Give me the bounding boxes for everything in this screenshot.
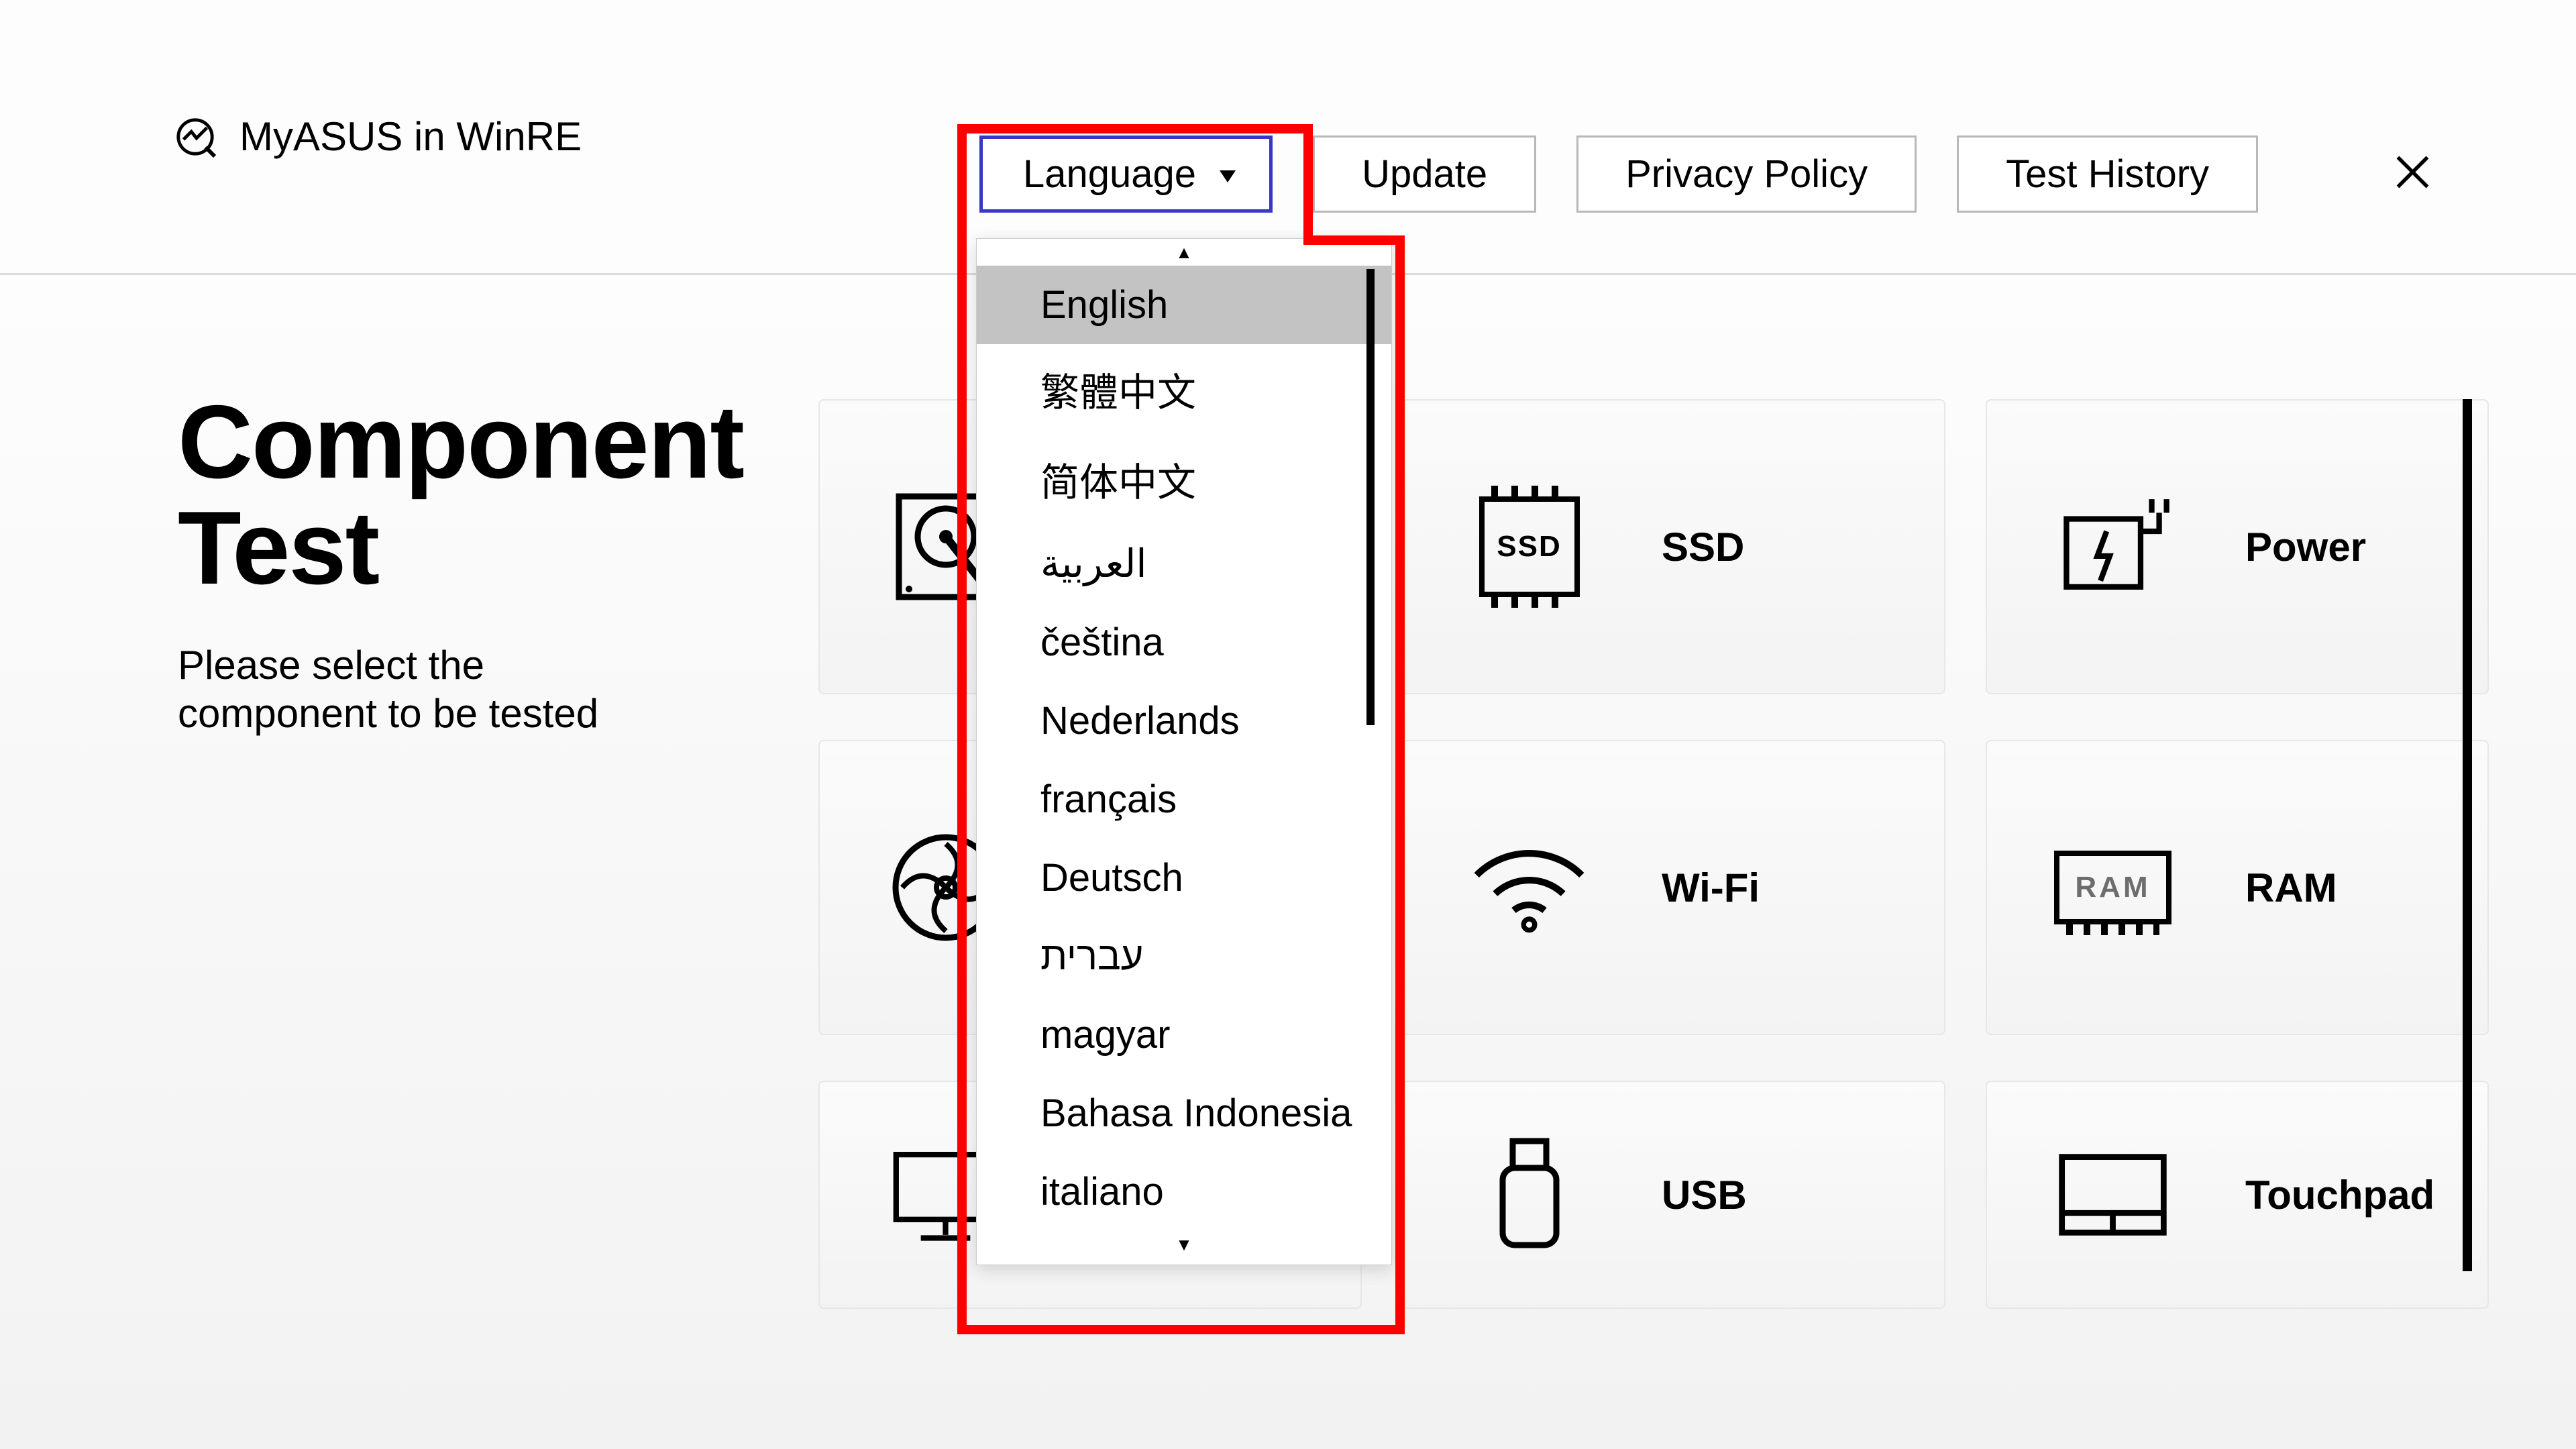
language-option[interactable]: 简体中文 — [977, 434, 1391, 524]
ram-chip-text: RAM — [2054, 851, 2171, 924]
content-scrollbar[interactable] — [2463, 399, 2472, 1271]
component-card-power[interactable]: Power — [1986, 399, 2489, 694]
component-label: RAM — [2245, 865, 2337, 911]
touchpad-icon — [2054, 1138, 2171, 1252]
page-subtitle: Please select the component to be tested — [178, 641, 688, 738]
test-history-button[interactable]: Test History — [1957, 136, 2258, 213]
usb-icon — [1470, 1138, 1588, 1252]
language-option[interactable]: Deutsch — [977, 839, 1391, 917]
component-card-usb[interactable]: USB — [1402, 1081, 1945, 1309]
language-option[interactable]: English — [977, 266, 1391, 344]
language-option[interactable]: العربية — [977, 524, 1391, 603]
app-logo-icon — [174, 116, 216, 158]
close-button[interactable] — [2385, 148, 2439, 201]
language-option[interactable]: čeština — [977, 603, 1391, 682]
app-title: MyASUS in WinRE — [239, 113, 582, 160]
header-actions: Language Update Privacy Policy Test Hist… — [979, 136, 2439, 213]
component-card-ram[interactable]: RAM RAM — [1986, 740, 2489, 1035]
component-card-wifi[interactable]: Wi-Fi — [1402, 740, 1945, 1035]
language-option[interactable]: Bahasa Indonesia — [977, 1074, 1391, 1152]
language-option-list: English 繁體中文 简体中文 العربية čeština Nederl… — [977, 266, 1391, 1231]
language-option[interactable]: עברית — [977, 917, 1391, 996]
language-option[interactable]: magyar — [977, 996, 1391, 1074]
wifi-icon — [1470, 830, 1588, 945]
component-label: Touchpad — [2245, 1172, 2434, 1218]
privacy-policy-button[interactable]: Privacy Policy — [1576, 136, 1917, 213]
power-icon — [2054, 490, 2171, 604]
ssd-chip-text: SSD — [1479, 496, 1580, 597]
header: MyASUS in WinRE Language Update Privacy … — [0, 0, 2576, 275]
dropdown-scroll-up[interactable]: ▲ — [977, 239, 1391, 266]
language-dropdown-button[interactable]: Language — [979, 136, 1273, 213]
component-label: Wi-Fi — [1662, 865, 1760, 911]
component-card-touchpad[interactable]: Touchpad — [1986, 1081, 2489, 1309]
dropdown-scroll-down[interactable]: ▼ — [977, 1231, 1391, 1258]
language-option[interactable]: français — [977, 760, 1391, 839]
language-option[interactable]: Nederlands — [977, 682, 1391, 760]
ssd-icon: SSD — [1470, 490, 1588, 604]
language-dropdown-menu: ▲ English 繁體中文 简体中文 العربية čeština Nede… — [976, 238, 1392, 1265]
component-label: USB — [1662, 1172, 1747, 1218]
chevron-down-icon — [1220, 170, 1236, 182]
dropdown-scrollbar[interactable] — [1366, 269, 1375, 725]
language-option[interactable]: 繁體中文 — [977, 344, 1391, 434]
component-label: Power — [2245, 524, 2366, 570]
update-button[interactable]: Update — [1313, 136, 1536, 213]
language-option[interactable]: italiano — [977, 1152, 1391, 1231]
brand: MyASUS in WinRE — [174, 113, 582, 160]
language-dropdown-label: Language — [1023, 152, 1196, 197]
close-icon — [2394, 148, 2431, 201]
component-label: SSD — [1662, 524, 1744, 570]
component-card-ssd[interactable]: SSD SSD — [1402, 399, 1945, 694]
ram-icon: RAM — [2054, 830, 2171, 945]
